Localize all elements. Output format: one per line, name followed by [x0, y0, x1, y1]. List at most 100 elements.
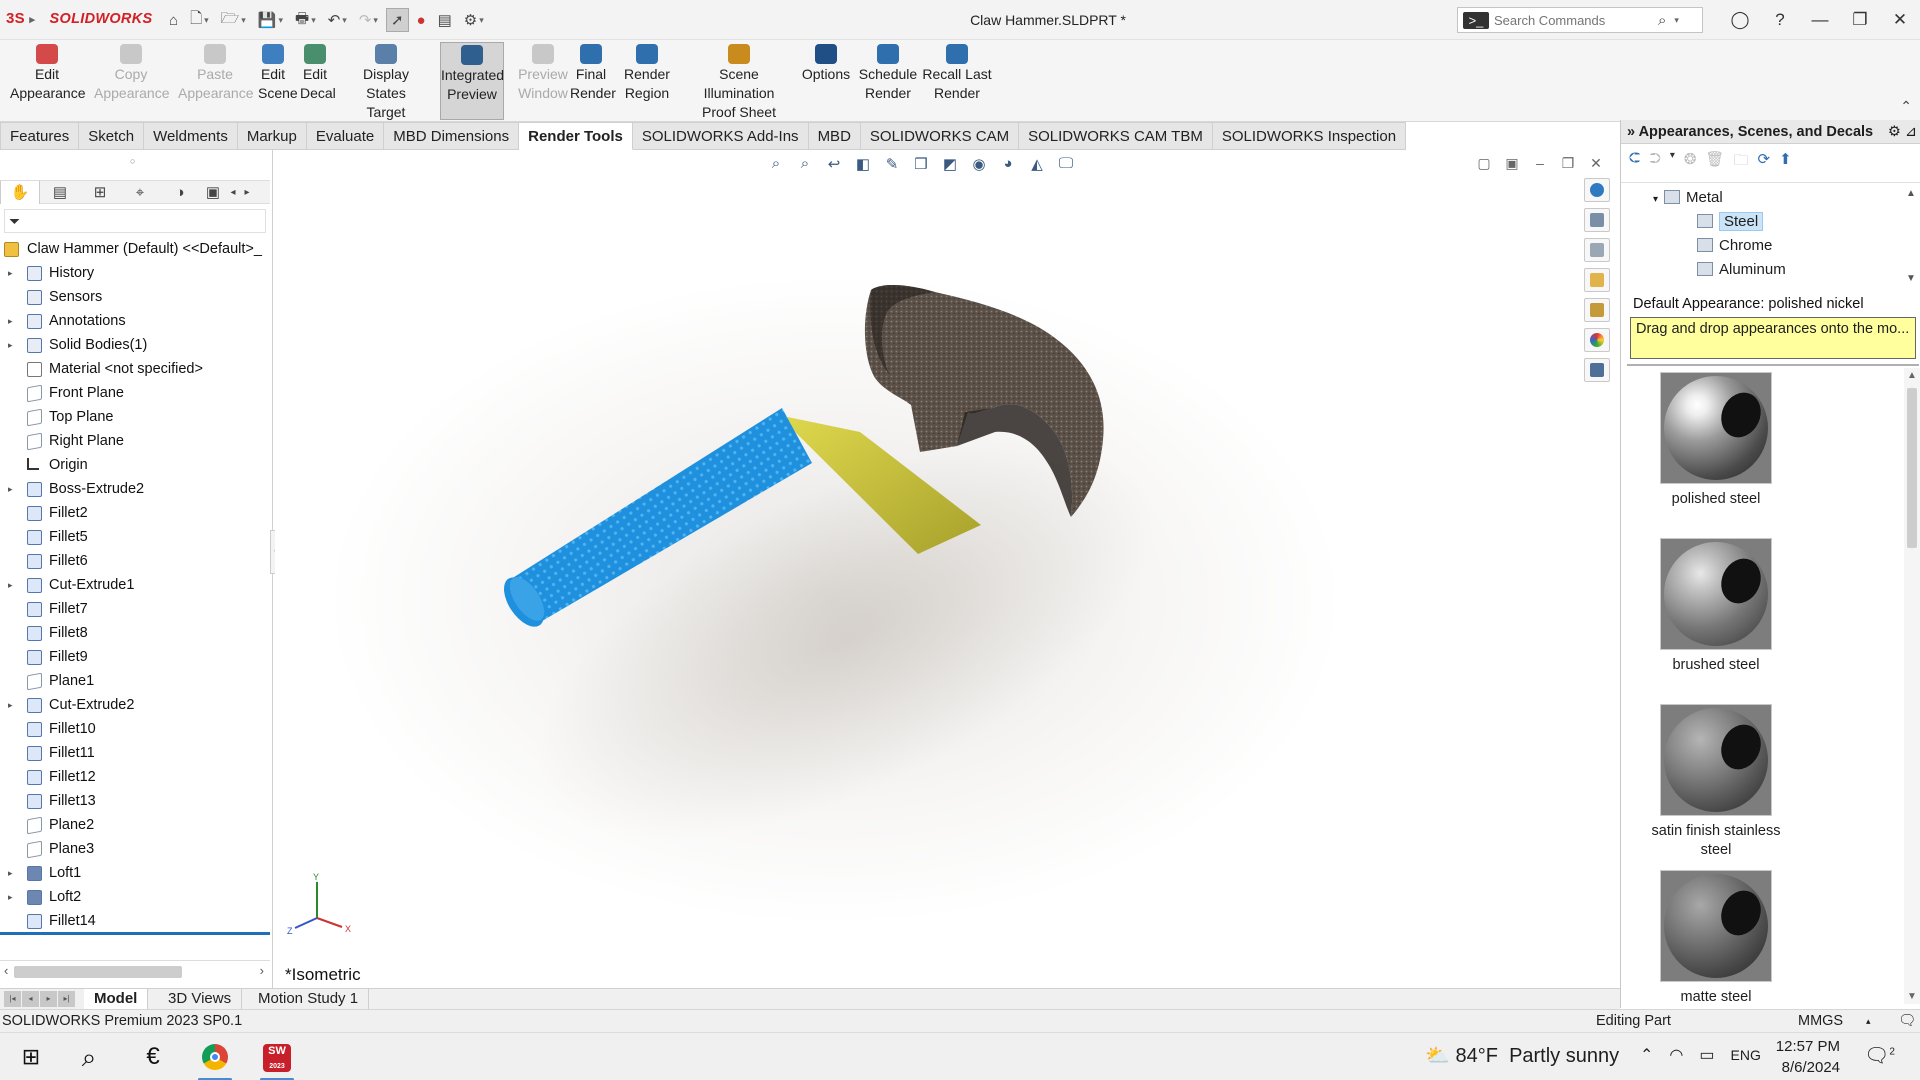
next-tab-icon[interactable]: ▸: [40, 991, 57, 1007]
tab-render-tools[interactable]: Render Tools: [519, 122, 633, 150]
solidworks-resources-icon[interactable]: [1584, 178, 1610, 202]
keyboard-language[interactable]: ENG: [1731, 1047, 1761, 1063]
tree-item-chrome[interactable]: Chrome: [1697, 234, 1772, 258]
tree-item-origin[interactable]: Origin: [0, 453, 270, 477]
tree-rollback-bar[interactable]: [0, 932, 270, 935]
tree-item-loft1[interactable]: ▸ Loft1: [0, 861, 270, 885]
search-commands-box[interactable]: >_ ⌕ ▾: [1457, 7, 1703, 33]
feature-manager-tab-icon[interactable]: ✋: [0, 180, 40, 204]
tab-weldments[interactable]: Weldments: [144, 122, 238, 150]
tree-item-sensors[interactable]: Sensors: [0, 285, 270, 309]
scroll-left-icon[interactable]: ‹: [4, 963, 8, 978]
windows-start-icon[interactable]: ⊞: [14, 1041, 48, 1073]
expand-caret-icon[interactable]: ▸: [8, 885, 13, 909]
tab-solidworks-cam[interactable]: SOLIDWORKS CAM: [860, 122, 1020, 150]
design-library-icon[interactable]: [1584, 238, 1610, 262]
tree-item-annotations[interactable]: ▸ Annotations: [0, 309, 270, 333]
tree-item-fillet6[interactable]: Fillet6: [0, 549, 270, 573]
tab-sketch[interactable]: Sketch: [79, 122, 145, 150]
chevron-down-icon[interactable]: ▾: [204, 15, 209, 26]
tree-item-fillet5[interactable]: Fillet5: [0, 525, 270, 549]
appearance-swatch-satin[interactable]: satin finish stainless steel: [1635, 704, 1797, 860]
chevron-down-icon[interactable]: ▾: [1674, 15, 1679, 26]
collapse-ribbon-icon[interactable]: ⌃: [1900, 98, 1912, 115]
scrollbar-thumb[interactable]: [1907, 388, 1917, 548]
chevron-down-icon[interactable]: ▾: [311, 15, 316, 26]
chevron-down-icon[interactable]: ▾: [373, 15, 378, 26]
view-palette-icon[interactable]: [1584, 298, 1610, 322]
new-document-icon[interactable]: 🗋 ▾: [186, 8, 213, 32]
open-folder-icon[interactable]: 🗁 ▾: [217, 8, 250, 32]
clock[interactable]: 12:57 PM 8/6/2024: [1770, 1036, 1840, 1078]
ribbon-button-3[interactable]: Edit Scene: [258, 42, 298, 103]
appearance-swatch-brushed[interactable]: brushed steel: [1635, 538, 1797, 675]
ribbon-button-13[interactable]: Recall Last Render: [922, 42, 992, 103]
tree-horizontal-scrollbar[interactable]: ‹ ›: [0, 960, 270, 982]
unit-system[interactable]: MMGS: [1798, 1010, 1843, 1032]
prev-tab-icon[interactable]: ◂: [22, 991, 39, 1007]
tree-vertical-scrollbar[interactable]: ▲ ▼: [1906, 188, 1918, 288]
scroll-down-icon[interactable]: ▼: [1907, 991, 1917, 1002]
home-icon[interactable]: [1584, 208, 1610, 232]
weather-widget[interactable]: ⛅ 84°F Partly sunny: [1425, 1043, 1619, 1068]
tab-mbd-dimensions[interactable]: MBD Dimensions: [384, 122, 520, 150]
expand-caret-icon[interactable]: ▸: [8, 477, 13, 501]
collapse-caret-icon[interactable]: ▾: [1653, 194, 1658, 205]
options-gear-icon[interactable]: ⚙ ▾: [460, 8, 488, 32]
feature-tree-filter[interactable]: ⏷: [4, 209, 266, 233]
expand-caret-icon[interactable]: ▸: [8, 333, 13, 357]
custom-properties-icon[interactable]: [1584, 358, 1610, 382]
tree-folder-metal[interactable]: ▾ Metal: [1653, 186, 1723, 210]
restore-button[interactable]: ❐: [1840, 10, 1880, 30]
ribbon-button-5[interactable]: Display States Target: [344, 42, 428, 122]
tab-solidworks-inspection[interactable]: SOLIDWORKS Inspection: [1212, 122, 1407, 150]
dimxpert-manager-tab-icon[interactable]: ⌖: [120, 184, 160, 201]
scroll-down-icon[interactable]: ▼: [1906, 273, 1918, 284]
cam-manager-tab-icon[interactable]: ▣: [200, 183, 226, 201]
appearances-scenes-icon[interactable]: [1584, 328, 1610, 352]
pin-icon[interactable]: ⚙ ⊿: [1888, 120, 1917, 144]
tree-item-fillet11[interactable]: Fillet11: [0, 741, 270, 765]
chevron-down-icon[interactable]: ▾: [241, 15, 246, 26]
scroll-right-icon[interactable]: ›: [260, 963, 264, 978]
chevron-up-icon[interactable]: ⌃: [1640, 1045, 1653, 1065]
ribbon-button-8[interactable]: Final Render: [570, 42, 616, 103]
tab-evaluate[interactable]: Evaluate: [306, 122, 385, 150]
wifi-icon[interactable]: ◠: [1669, 1045, 1683, 1065]
new-folder-icon[interactable]: 🗀: [1733, 150, 1748, 175]
expand-caret-icon[interactable]: ▸: [8, 861, 13, 885]
claw-hammer-model[interactable]: [275, 150, 1619, 988]
ribbon-button-4[interactable]: Edit Decal: [300, 42, 336, 103]
property-manager-tab-icon[interactable]: ▤: [40, 183, 80, 201]
delete-icon[interactable]: 🗑: [1705, 150, 1724, 175]
tree-item-history[interactable]: ▸ History: [0, 261, 270, 285]
tree-item-plane1[interactable]: Plane1: [0, 669, 270, 693]
expand-caret-icon[interactable]: ▸: [8, 261, 13, 285]
ribbon-button-11[interactable]: Options: [800, 42, 852, 84]
tree-item-fillet12[interactable]: Fillet12: [0, 765, 270, 789]
print-icon[interactable]: 🖶 ▾: [291, 8, 320, 32]
app-e-icon[interactable]: €: [136, 1041, 170, 1073]
tab-features[interactable]: Features: [0, 122, 80, 150]
tree-item-solid-bodies-1[interactable]: ▸ Solid Bodies(1): [0, 333, 270, 357]
forward-arrow-icon[interactable]: ⮊: [1649, 150, 1660, 175]
undo-icon[interactable]: ↶ ▾: [324, 8, 351, 32]
scrollbar-thumb[interactable]: [14, 966, 182, 978]
ribbon-button-12[interactable]: Schedule Render: [858, 42, 918, 103]
scroll-tabs-left-icon[interactable]: ◂: [226, 187, 240, 198]
tree-item-top-plane[interactable]: Top Plane: [0, 405, 270, 429]
expand-chevrons-icon[interactable]: »: [1627, 124, 1635, 140]
configuration-manager-tab-icon[interactable]: ⊞: [80, 183, 120, 201]
up-folder-icon[interactable]: ⬆: [1779, 150, 1792, 175]
bottom-tab-motion-study-1[interactable]: Motion Study 1: [248, 989, 370, 1009]
tree-item-right-plane[interactable]: Right Plane: [0, 429, 270, 453]
chevron-down-icon[interactable]: ▾: [1670, 150, 1675, 175]
appearance-swatch-polished[interactable]: polished steel: [1635, 372, 1797, 509]
chrome-icon[interactable]: [198, 1041, 232, 1080]
bottom-tab-3d-views[interactable]: 3D Views: [158, 989, 243, 1009]
file-properties-icon[interactable]: ▤: [434, 8, 456, 32]
chevron-down-icon[interactable]: ▾: [342, 15, 347, 26]
tree-item-steel[interactable]: Steel: [1697, 210, 1764, 234]
graphics-area[interactable]: ⌕ ⌕ ↩ ◧ ✎ ❒ ◩ ◉ ◕ ◭ 🖵 ▢ ▣ – ❐ ✕ Y X Z *I…: [275, 150, 1619, 988]
ribbon-button-10[interactable]: Scene Illumination Proof Sheet: [682, 42, 796, 122]
